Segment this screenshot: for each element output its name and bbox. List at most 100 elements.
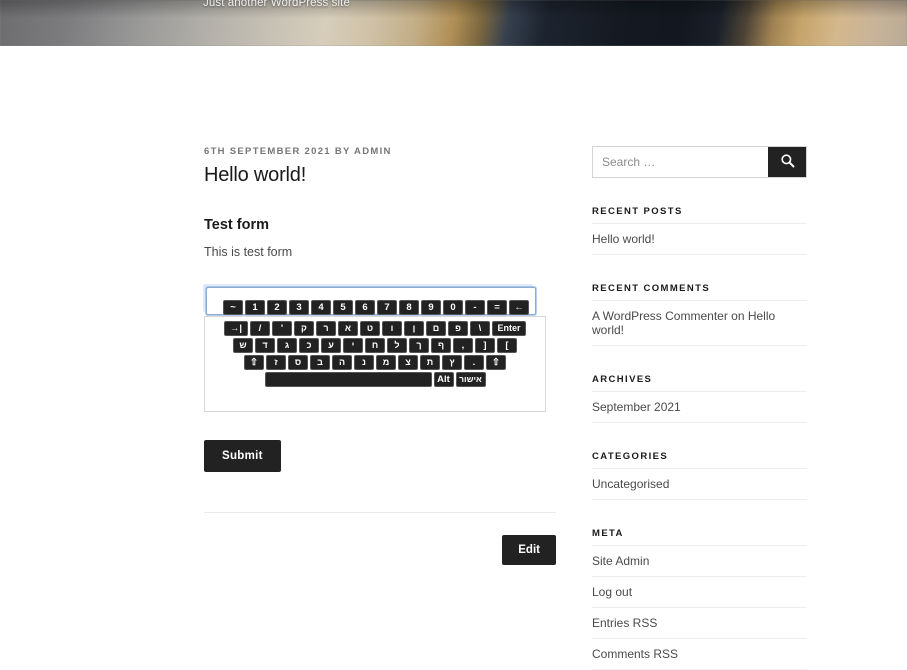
site-tagline: Just another WordPress site <box>203 0 350 9</box>
key-4[interactable]: 4 <box>311 300 331 315</box>
keyboard-shift-row: ⇧ ז ס ב ה נ מ צ ת ץ. ⇧ <box>205 355 545 370</box>
key-space[interactable] <box>264 372 432 387</box>
key-backslash[interactable]: \ <box>470 321 490 336</box>
search-input[interactable] <box>593 147 768 177</box>
key-slash[interactable]: / <box>250 321 270 336</box>
key-alef[interactable]: א <box>338 321 358 336</box>
widget-recent-posts: RECENT POSTS Hello world! <box>592 206 807 255</box>
list-item: Hello world! <box>592 223 807 255</box>
widget-categories: CATEGORIES Uncategorised <box>592 451 807 500</box>
link-recent-comments-0[interactable]: A WordPress Commenter on Hello world! <box>592 309 775 337</box>
key-bracket-right[interactable]: ] <box>475 338 495 353</box>
key-gimel[interactable]: ג <box>277 338 297 353</box>
key-tet[interactable]: ט <box>360 321 380 336</box>
key-backspace[interactable]: ← <box>509 300 529 315</box>
form-heading: Test form <box>204 217 269 233</box>
key-tab[interactable]: →| <box>224 321 248 336</box>
key-9[interactable]: 9 <box>421 300 441 315</box>
submit-button[interactable]: Submit <box>204 440 281 472</box>
widget-title-recent-comments: RECENT COMMENTS <box>592 283 711 294</box>
key-qof[interactable]: ק <box>294 321 314 336</box>
link-meta-2[interactable]: Entries RSS <box>592 616 657 630</box>
key-comma[interactable]: , <box>453 338 473 353</box>
virtual-keyboard-panel[interactable]: ~1 2 3 4 5 6 7 8 9 0- = ← →| / ' ק ר א ט ו ן ם פ \ Enter ש ד ג כ ע י ח ל… <box>204 300 546 412</box>
key-bracket-left[interactable]: [ <box>497 338 517 353</box>
widget-title-archives: ARCHIVES <box>592 374 653 385</box>
widget-meta: META Site Admin Log out Entries RSS Comments… <box>592 528 807 670</box>
key-final-nun[interactable]: ן <box>404 321 424 336</box>
key-7[interactable]: 7 <box>377 300 397 315</box>
widget-list-recent-comments: A WordPress Commenter on Hello world! <box>592 300 807 346</box>
key-dalet[interactable]: ד <box>255 338 275 353</box>
key-apostrophe[interactable]: ' <box>272 321 292 336</box>
link-recent-posts-0[interactable]: Hello world! <box>592 232 655 246</box>
widget-archives: ARCHIVES September 2021 <box>592 374 807 423</box>
key-tsadi[interactable]: צ <box>398 355 418 370</box>
key-final-pe[interactable]: ף <box>431 338 451 353</box>
key-enter[interactable]: Enter <box>492 321 526 336</box>
virtual-keyboard-block: ~1 2 3 4 5 6 7 8 9 0- = ← →| / ' ק ר א ט ו ן ם פ \ Enter ש ד ג כ ע י ח ל… <box>204 286 556 412</box>
widget-recent-comments: RECENT COMMENTS A WordPress Commenter on … <box>592 283 807 346</box>
edit-button[interactable]: Edit <box>502 535 556 565</box>
list-item: Entries RSS <box>592 607 807 638</box>
key-samekh[interactable]: ס <box>288 355 308 370</box>
sidebar-widgets: RECENT POSTS Hello world! RECENT COMMENTS A… <box>592 206 807 670</box>
key-1[interactable]: 1 <box>245 300 265 315</box>
link-meta-0[interactable]: Site Admin <box>592 554 649 568</box>
list-item: Uncategorised <box>592 468 807 500</box>
key-lamed[interactable]: ל <box>387 338 407 353</box>
entry-footer-divider <box>204 512 556 513</box>
key-pe[interactable]: פ <box>448 321 468 336</box>
key-ayin[interactable]: ע <box>321 338 341 353</box>
key-6[interactable]: 6 <box>355 300 375 315</box>
search-form <box>592 146 807 178</box>
list-item: September 2021 <box>592 391 807 423</box>
key-period[interactable]: . <box>464 355 484 370</box>
key-2[interactable]: 2 <box>267 300 287 315</box>
key-shin[interactable]: ש <box>233 338 253 353</box>
keyboard-tab-row: →| / ' ק ר א ט ו ן ם פ \ Enter <box>205 321 545 336</box>
key-tilde[interactable]: ~ <box>223 300 243 315</box>
key-shift-left[interactable]: ⇧ <box>244 355 264 370</box>
submit-row: Submit <box>204 440 556 472</box>
key-shift-right[interactable]: ⇧ <box>486 355 506 370</box>
edit-row: Edit <box>204 535 556 565</box>
key-kaf[interactable]: כ <box>299 338 319 353</box>
key-he[interactable]: ה <box>332 355 352 370</box>
link-meta-3[interactable]: Comments RSS <box>592 647 678 661</box>
key-confirm[interactable]: אישור <box>455 372 486 387</box>
key-alt[interactable]: Alt <box>433 372 454 387</box>
key-0[interactable]: 0 <box>443 300 463 315</box>
key-minus[interactable]: - <box>465 300 485 315</box>
search-button[interactable] <box>768 147 806 177</box>
key-tav[interactable]: ת <box>420 355 440 370</box>
key-vav[interactable]: ו <box>382 321 402 336</box>
key-5[interactable]: 5 <box>333 300 353 315</box>
search-icon <box>780 153 795 171</box>
link-categories-0[interactable]: Uncategorised <box>592 477 669 491</box>
link-archives-0[interactable]: September 2021 <box>592 400 681 414</box>
list-item: Comments RSS <box>592 638 807 670</box>
list-item: Log out <box>592 576 807 607</box>
key-het[interactable]: ח <box>365 338 385 353</box>
key-yod[interactable]: י <box>343 338 363 353</box>
widget-title-categories: CATEGORIES <box>592 451 669 462</box>
key-zayin[interactable]: ז <box>266 355 286 370</box>
key-final-kaf[interactable]: ך <box>409 338 429 353</box>
key-bet[interactable]: ב <box>310 355 330 370</box>
main-content-column: 6TH SEPTEMBER 2021 BY ADMIN Hello world!… <box>204 146 556 565</box>
key-nun[interactable]: נ <box>354 355 374 370</box>
key-final-tsadi[interactable]: ץ <box>442 355 462 370</box>
key-3[interactable]: 3 <box>289 300 309 315</box>
form-description: This is test form <box>204 245 293 259</box>
widget-title-recent-posts: RECENT POSTS <box>592 206 683 217</box>
keyboard-home-row: ש ד ג כ ע י ח ל ך ף,][ <box>205 338 545 353</box>
key-equals[interactable]: = <box>487 300 507 315</box>
entry-meta: 6TH SEPTEMBER 2021 BY ADMIN <box>204 146 392 157</box>
key-mem[interactable]: מ <box>376 355 396 370</box>
key-final-mem[interactable]: ם <box>426 321 446 336</box>
key-resh[interactable]: ר <box>316 321 336 336</box>
link-meta-1[interactable]: Log out <box>592 585 632 599</box>
keyboard-number-row: ~1 2 3 4 5 6 7 8 9 0- = ← <box>205 300 547 315</box>
key-8[interactable]: 8 <box>399 300 419 315</box>
